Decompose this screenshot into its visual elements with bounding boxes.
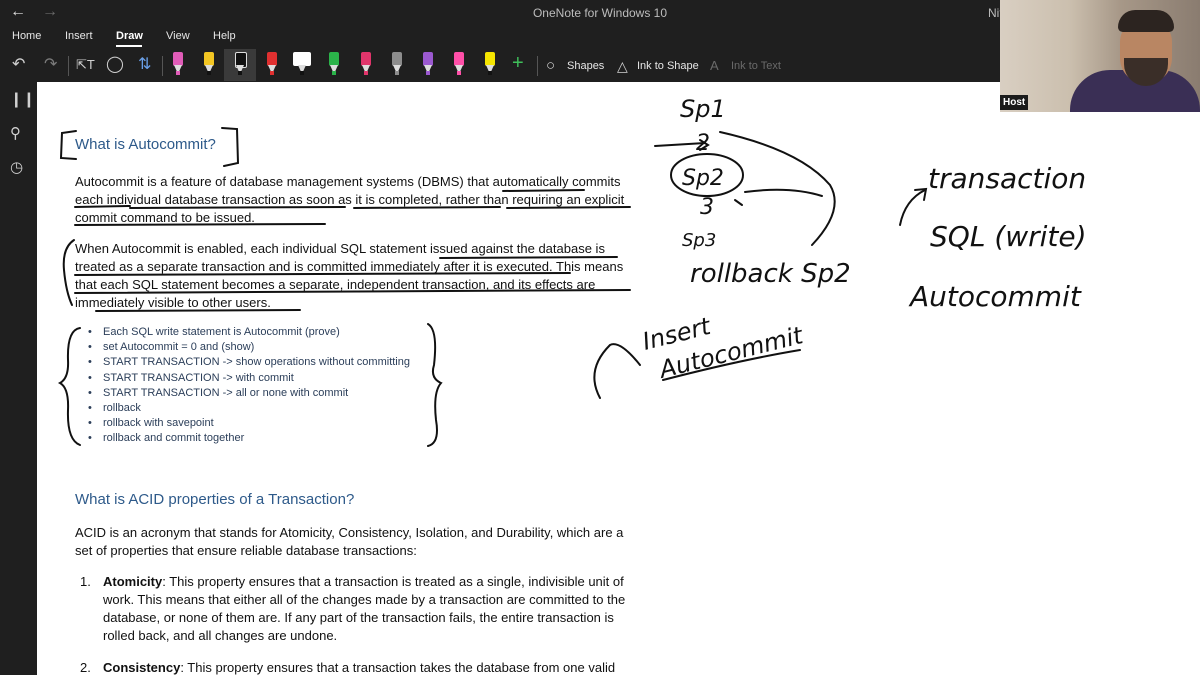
pen-gray-icon[interactable] [389, 52, 405, 76]
nav-sidebar: ❙❙ ⚲ ◷ [0, 82, 37, 675]
host-label: Host [1000, 95, 1029, 110]
list-item: Each SQL write statement is Autocommit (… [88, 325, 410, 340]
autocommit-paragraph-2: When Autocommit is enabled, each individ… [75, 241, 624, 310]
tab-home[interactable]: Home [12, 30, 41, 42]
list-item: rollback with savepoint [88, 416, 410, 431]
list-item: rollback [88, 401, 410, 416]
active-tab-indicator [116, 45, 142, 47]
add-pen-icon[interactable]: + [512, 53, 524, 73]
toolbar-divider [537, 56, 538, 76]
list-item: 1. Atomicity: This property ensures that … [80, 574, 626, 643]
notebooks-icon[interactable]: ❙❙ [10, 90, 35, 108]
tab-view[interactable]: View [166, 30, 190, 42]
ink-to-shape-icon[interactable]: △ [617, 57, 628, 75]
pen-hotpink-icon[interactable] [451, 52, 467, 76]
redo-icon[interactable]: ↷ [44, 56, 57, 74]
acid-numbered-list: 1. Atomicity: This property ensures that … [80, 573, 643, 677]
highlighter-lemon-icon[interactable] [482, 52, 498, 76]
pen-magenta-icon[interactable] [170, 52, 186, 76]
tab-help[interactable]: Help [213, 30, 236, 42]
ink-to-text-icon[interactable]: A [710, 57, 719, 75]
add-space-icon[interactable]: ⇅ [138, 56, 151, 74]
lasso-select-icon[interactable]: ◯ [106, 56, 124, 74]
recent-notes-icon[interactable]: ◷ [10, 158, 23, 176]
acid-intro-paragraph: ACID is an acronym that stands for Atomi… [75, 525, 624, 558]
list-item: START TRANSACTION -> show operations wit… [88, 355, 410, 370]
type-select-icon[interactable]: ⇱T [76, 56, 95, 74]
highlighter-yellow-icon[interactable] [201, 52, 217, 76]
ink-to-shape-button[interactable]: Ink to Shape [637, 60, 699, 72]
pen-pink-icon[interactable] [358, 52, 374, 76]
toolbar-divider [68, 56, 69, 76]
autocommit-bullet-list: Each SQL write statement is Autocommit (… [88, 325, 410, 447]
pen-green-icon[interactable] [326, 52, 342, 76]
pen-purple-icon[interactable] [420, 52, 436, 76]
tab-insert[interactable]: Insert [65, 30, 93, 42]
list-item: 2. Consistency: This property ensures tha… [80, 660, 616, 675]
ink-to-text-button[interactable]: Ink to Text [731, 60, 781, 72]
undo-icon[interactable]: ↶ [12, 56, 25, 74]
list-item: set Autocommit = 0 and (show) [88, 340, 410, 355]
list-item: START TRANSACTION -> all or none with co… [88, 386, 410, 401]
section1-heading: What is Autocommit? [75, 136, 216, 153]
presenter-hair [1118, 10, 1174, 32]
calligraphy-pen-icon[interactable] [293, 52, 311, 76]
pen-red-icon[interactable] [264, 52, 280, 76]
webcam-overlay: Host [1000, 0, 1200, 112]
list-item: START TRANSACTION -> with commit [88, 371, 410, 386]
shapes-icon[interactable]: ○ [546, 57, 555, 75]
pen-black-icon[interactable] [232, 52, 248, 76]
search-icon[interactable]: ⚲ [10, 124, 21, 142]
shapes-button[interactable]: Shapes [567, 60, 604, 72]
section2-heading: What is ACID properties of a Transaction… [75, 491, 355, 508]
list-item: rollback and commit together [88, 431, 410, 446]
toolbar-divider [162, 56, 163, 76]
autocommit-paragraph-1: Autocommit is a feature of database mana… [75, 174, 625, 225]
tab-draw[interactable]: Draw [116, 30, 143, 42]
